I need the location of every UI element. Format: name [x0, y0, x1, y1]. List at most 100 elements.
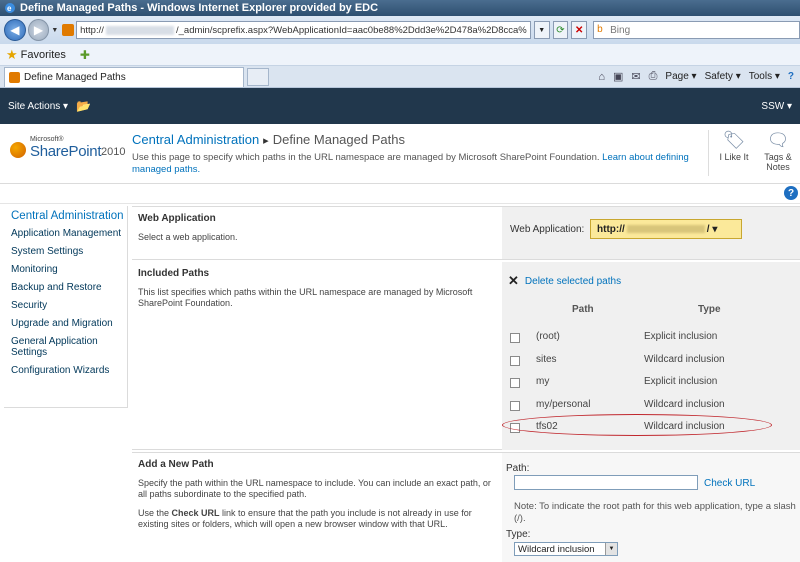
tags-notes-label: Tags & Notes	[764, 152, 792, 172]
logo-year-text: 2010	[101, 146, 126, 158]
row-type: Explicit inclusion	[644, 331, 718, 342]
ql-system-settings[interactable]: System Settings	[11, 246, 127, 257]
quick-launch: Central Administration Application Manag…	[4, 206, 128, 408]
tab-favicon	[9, 71, 20, 83]
chevron-down-icon: ▼	[605, 543, 617, 555]
window-title-bar: e Define Managed Paths - Windows Interne…	[0, 0, 800, 16]
breadcrumb-separator-icon: ▸	[263, 135, 269, 147]
home-icon[interactable]: ⌂	[598, 71, 605, 83]
row-type: Wildcard inclusion	[644, 353, 725, 365]
bing-icon: b	[597, 24, 603, 35]
site-actions-menu[interactable]: Site Actions ▾	[8, 101, 68, 112]
row-type: Explicit inclusion	[644, 376, 718, 387]
web-application-prefix: http://	[597, 223, 625, 235]
table-row: sites Wildcard inclusion	[502, 349, 800, 372]
delete-selected-paths-button[interactable]: ✕ Delete selected paths	[508, 273, 621, 289]
feeds-icon[interactable]: ▣	[613, 70, 623, 83]
web-application-selector[interactable]: http:// / ▾	[590, 219, 742, 239]
tags-notes-icon: 🗨	[766, 130, 790, 150]
user-menu[interactable]: SSW ▾	[761, 101, 792, 112]
refresh-icon[interactable]: ⟳	[552, 21, 569, 39]
address-bar: ◀ ▶ ▼ http:// /_admin/scprefix.aspx?WebA…	[0, 16, 800, 44]
add-new-path-title: Add a New Path	[138, 459, 214, 470]
i-like-it-button[interactable]: 🏷 I Like It	[714, 130, 754, 162]
delete-selected-paths-label: Delete selected paths	[524, 275, 622, 287]
ql-upgrade-migration[interactable]: Upgrade and Migration	[11, 318, 127, 329]
quick-launch-heading[interactable]: Central Administration	[11, 210, 127, 223]
tab-bar: Define Managed Paths ⌂ ▣ ✉ ⎙ Page ▾ Safe…	[0, 66, 800, 88]
mail-icon[interactable]: ✉	[631, 70, 640, 83]
row-checkbox[interactable]	[510, 333, 520, 343]
help-icon[interactable]: ?	[784, 186, 798, 200]
paths-table-header: Path Type	[502, 296, 800, 326]
type-label: Type:	[506, 529, 531, 540]
web-application-title: Web Application	[138, 213, 216, 224]
check-url-link[interactable]: Check URL	[704, 478, 755, 489]
root-path-note: Note: To indicate the root path for this…	[514, 501, 796, 524]
highlight-ellipse	[502, 414, 772, 436]
row-path: my/personal	[536, 398, 591, 410]
path-input[interactable]	[514, 475, 698, 490]
logo-microsoft-text: Microsoft®	[30, 136, 64, 143]
favorites-star-icon[interactable]: ★	[6, 47, 18, 63]
help-bar: ?	[0, 184, 800, 204]
breadcrumb-root-link[interactable]: Central Administration	[132, 132, 259, 147]
stop-icon[interactable]: ✕	[571, 21, 588, 39]
ql-general-app-settings[interactable]: General Application Settings	[11, 336, 127, 358]
logo-sharepoint-text: SharePoint	[30, 143, 102, 160]
row-checkbox[interactable]	[510, 378, 520, 388]
ql-configuration-wizards[interactable]: Configuration Wizards	[11, 365, 127, 376]
sharepoint-ribbon: Site Actions ▾ 📂 SSW ▾	[0, 88, 800, 124]
type-select[interactable]: Wildcard inclusion ▼	[514, 542, 618, 556]
breadcrumb: Central Administration ▸ Define Managed Pa…	[132, 132, 405, 147]
ql-security[interactable]: Security	[11, 300, 127, 311]
svg-text:e: e	[7, 4, 12, 13]
page-favicon	[62, 24, 75, 36]
included-paths-title: Included Paths	[138, 268, 210, 279]
web-application-text: Select a web application.	[138, 232, 238, 242]
safety-menu[interactable]: Safety ▾	[705, 71, 741, 82]
page-menu[interactable]: Page ▾	[665, 71, 696, 82]
type-select-value: Wildcard inclusion	[518, 543, 595, 555]
included-paths-text: This list specifies which paths within t…	[138, 287, 473, 308]
url-field[interactable]: http:// /_admin/scprefix.aspx?WebApplica…	[76, 21, 531, 39]
ql-application-management[interactable]: Application Management	[11, 228, 127, 239]
page-title: Define Managed Paths	[272, 132, 405, 147]
col-path-header[interactable]: Path	[572, 304, 594, 315]
tags-notes-button[interactable]: 🗨 Tags & Notes	[758, 130, 798, 172]
col-type-header[interactable]: Type	[698, 304, 721, 315]
included-paths-section: Included Paths This list specifies which…	[132, 262, 800, 450]
row-checkbox[interactable]	[510, 400, 520, 411]
web-application-suffix: / ▾	[706, 223, 718, 235]
ql-monitoring[interactable]: Monitoring	[11, 264, 127, 275]
page-description: Use this page to specify which paths in …	[132, 152, 702, 176]
tools-menu[interactable]: Tools ▾	[749, 71, 780, 82]
history-dropdown-icon[interactable]: ▼	[51, 27, 58, 34]
browser-tab[interactable]: Define Managed Paths	[4, 66, 244, 87]
search-placeholder: Bing	[610, 24, 631, 36]
favorites-button[interactable]: Favorites	[21, 49, 66, 61]
page-description-text: Use this page to specify which paths in …	[132, 152, 600, 163]
delete-icon: ✕	[508, 273, 519, 288]
command-bar: ⌂ ▣ ✉ ⎙ Page ▾ Safety ▾ Tools ▾ ?	[598, 70, 800, 83]
thumbs-up-tag-icon: 🏷	[722, 130, 746, 150]
checkurl-text-bold: Check URL	[171, 508, 220, 518]
new-tab-button[interactable]	[247, 67, 269, 86]
ql-backup-restore[interactable]: Backup and Restore	[11, 282, 127, 293]
i-like-it-label: I Like It	[719, 152, 749, 162]
add-favorite-icon[interactable]: ✚	[80, 48, 90, 62]
url-dropdown-icon[interactable]: ▼	[533, 21, 550, 39]
row-checkbox[interactable]	[510, 355, 520, 366]
row-type: Wildcard inclusion	[644, 398, 725, 410]
help-menu-icon[interactable]: ?	[788, 71, 794, 82]
row-path: sites	[536, 353, 557, 365]
print-icon[interactable]: ⎙	[649, 70, 658, 83]
back-button[interactable]: ◀	[4, 19, 26, 41]
row-path: (root)	[536, 331, 560, 342]
add-new-path-checkurl-text: Use the Check URL link to ensure that th…	[138, 508, 496, 530]
sharepoint-logo[interactable]: Microsoft® SharePoint 2010	[10, 134, 125, 166]
table-row: (root) Explicit inclusion	[502, 326, 800, 349]
navigate-up-icon[interactable]: 📂	[76, 99, 91, 113]
search-field[interactable]: b Bing	[593, 21, 800, 39]
forward-button[interactable]: ▶	[27, 19, 50, 41]
